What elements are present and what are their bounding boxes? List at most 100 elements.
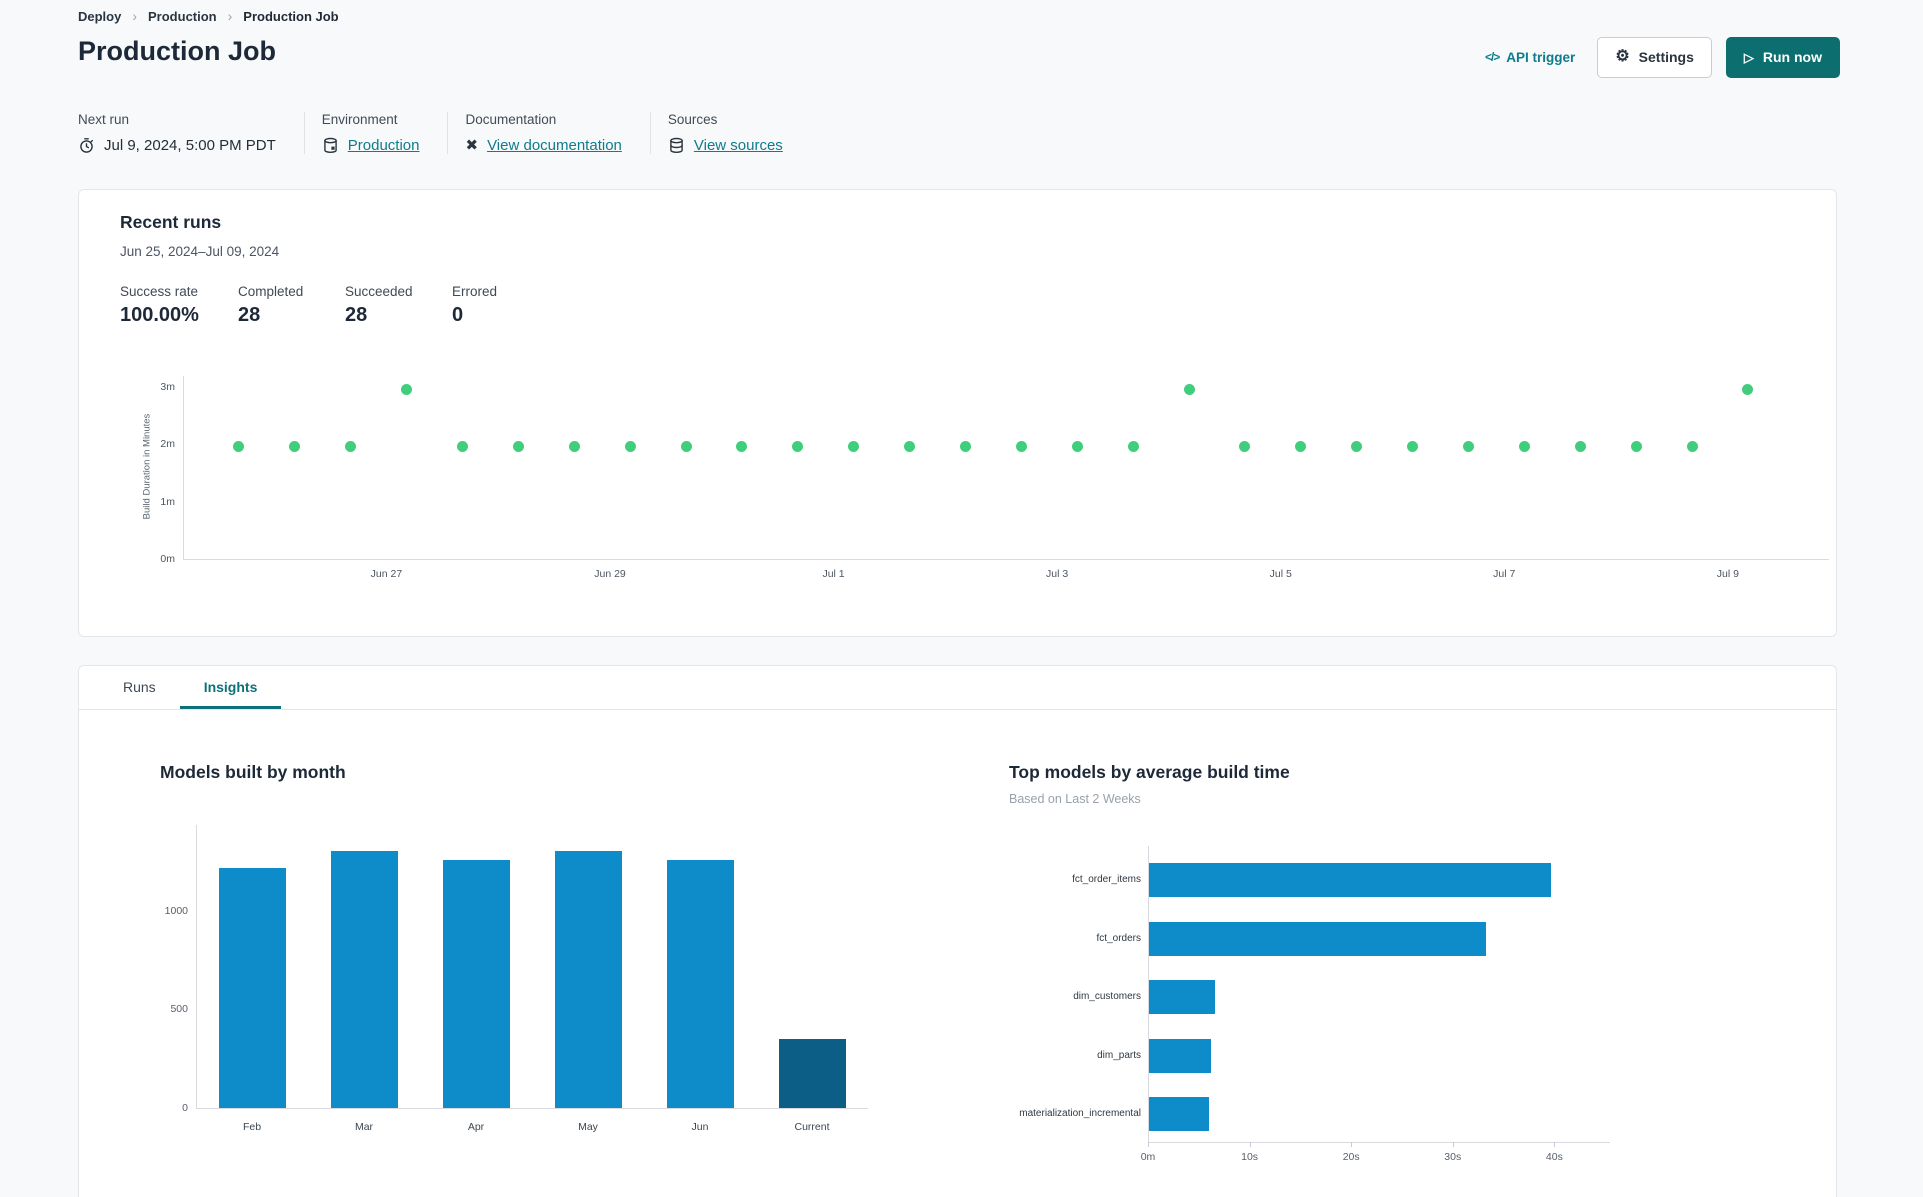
x-tick-label: Jul 3 [1046, 568, 1069, 580]
month-bar [666, 859, 734, 1108]
y-tick-label: 1m [160, 495, 175, 508]
bar-slot [532, 825, 644, 1108]
run-dot[interactable] [680, 441, 692, 453]
y-tick-label: 500 [170, 1003, 188, 1016]
bar-slot [309, 825, 421, 1108]
run-now-label: Run now [1762, 49, 1822, 65]
settings-button[interactable]: ⚙ Settings [1597, 36, 1712, 78]
run-dot[interactable] [624, 441, 636, 453]
x-category-label: May [578, 1121, 598, 1133]
job-info-bar: Next run Jul 9, 2024, 5:00 PM PDT Enviro… [78, 112, 811, 154]
run-dot[interactable] [1015, 441, 1027, 453]
tab-insights[interactable]: Insights [179, 666, 282, 709]
y-tick-label: 0m [160, 553, 175, 565]
bar-slot [421, 825, 533, 1108]
breadcrumb-deploy[interactable]: Deploy [78, 9, 121, 24]
y-tick-label: 3m [160, 380, 175, 393]
x-tick-mark [1148, 1142, 1149, 1147]
play-icon: ▷ [1743, 49, 1754, 65]
models-by-month-chart: 0 500 1000 Feb Mar Apr May Jun Current [136, 825, 896, 1175]
stat-errored: Errored 0 [452, 284, 498, 326]
breadcrumb-production[interactable]: Production [148, 9, 217, 24]
recent-runs-date-range: Jun 25, 2024–Jul 09, 2024 [120, 244, 280, 259]
breadcrumb: Deploy › Production › Production Job [78, 8, 339, 24]
clock-icon [78, 137, 95, 154]
model-label: materialization_incremental [1019, 1108, 1141, 1120]
environment-database-icon [322, 137, 339, 154]
bar-slot [644, 825, 756, 1108]
code-icon: </> [1484, 50, 1500, 64]
x-tick-label: Jun 27 [370, 568, 403, 580]
view-documentation-link[interactable]: View documentation [487, 137, 622, 154]
bar-slot [197, 825, 309, 1108]
x-tick-label: 20s [1342, 1151, 1360, 1163]
dbt-logo-icon: ✖ [465, 137, 479, 154]
run-dot[interactable] [1686, 441, 1698, 453]
x-tick-label: 30s [1444, 1151, 1462, 1163]
x-tick-mark [1554, 1142, 1556, 1147]
run-dot[interactable] [1127, 441, 1139, 453]
model-label: fct_orders [1096, 932, 1141, 944]
api-trigger-link[interactable]: </> API trigger [1485, 50, 1575, 65]
y-axis-title: Build Duration in Minutes [141, 413, 153, 520]
recent-runs-title: Recent runs [120, 212, 222, 232]
run-dot[interactable] [1574, 441, 1586, 453]
chevron-right-icon: › [227, 8, 233, 24]
info-documentation: Documentation ✖ View documentation [448, 112, 651, 154]
month-bar [443, 859, 511, 1108]
next-run-value: Jul 9, 2024, 5:00 PM PDT [104, 137, 276, 154]
stat-success-rate: Success rate 100.00% [120, 284, 199, 326]
y-tick-label: 1000 [164, 904, 188, 917]
run-dot[interactable] [512, 441, 524, 453]
x-category-label: Jun [691, 1121, 709, 1133]
model-label: fct_order_items [1072, 874, 1141, 885]
run-dot[interactable] [1183, 384, 1195, 396]
run-now-button[interactable]: ▷ Run now [1725, 36, 1840, 78]
tab-runs[interactable]: Runs [99, 666, 180, 709]
month-bar [219, 868, 287, 1108]
recent-runs-stats: Success rate 100.00% Completed 28 Succee… [120, 284, 559, 327]
x-category-label: Feb [242, 1121, 262, 1133]
x-tick-label: Jul 5 [1269, 568, 1292, 580]
top-models-subtitle: Based on Last 2 Weeks [1009, 792, 1141, 806]
x-tick-label: 10s [1241, 1151, 1259, 1163]
info-next-run: Next run Jul 9, 2024, 5:00 PM PDT [78, 112, 305, 154]
x-tick-label: Jul 7 [1493, 568, 1516, 580]
page: Deploy › Production › Production Job Pro… [0, 0, 1923, 1197]
stat-completed: Completed 28 [238, 284, 304, 326]
x-tick-mark [1351, 1142, 1353, 1147]
run-dot[interactable] [1630, 441, 1642, 453]
model-bar [1149, 980, 1216, 1015]
run-dot[interactable] [568, 441, 580, 453]
next-run-label: Next run [78, 112, 130, 127]
page-title: Production Job [78, 36, 276, 66]
model-bar [1149, 1097, 1209, 1132]
monthly-plot-area [196, 825, 868, 1109]
environment-link[interactable]: Production [348, 137, 420, 154]
month-bar [331, 850, 399, 1108]
breadcrumb-current: Production Job [243, 8, 339, 24]
stat-succeeded: Succeeded 28 [345, 284, 413, 326]
tab-bar: Runs Insights [79, 666, 1836, 710]
x-axis-line [1148, 1142, 1610, 1143]
gear-icon: ⚙ [1615, 48, 1630, 65]
x-category-label: Mar [354, 1121, 374, 1133]
model-bar [1149, 863, 1552, 897]
environment-label: Environment [321, 112, 398, 127]
info-sources: Sources View sources [651, 112, 811, 154]
view-sources-link[interactable]: View sources [694, 137, 783, 154]
info-environment: Environment Production [305, 112, 449, 154]
x-category-label: Apr [467, 1121, 485, 1133]
top-models-chart: fct_order_items fct_orders dim_customers di… [909, 846, 1719, 1186]
month-bar [778, 1038, 846, 1108]
sources-label: Sources [667, 112, 718, 127]
bar-slot [756, 825, 868, 1108]
y-tick-label: 0 [182, 1102, 188, 1114]
model-bar [1149, 1038, 1211, 1073]
x-category-label: Current [794, 1121, 830, 1133]
settings-label: Settings [1638, 49, 1694, 65]
run-dot[interactable] [1071, 441, 1083, 453]
x-tick-mark [1249, 1142, 1251, 1147]
models-by-month-title: Models built by month [160, 762, 346, 782]
insights-card: Runs Insights Models built by month Top … [78, 665, 1837, 1197]
